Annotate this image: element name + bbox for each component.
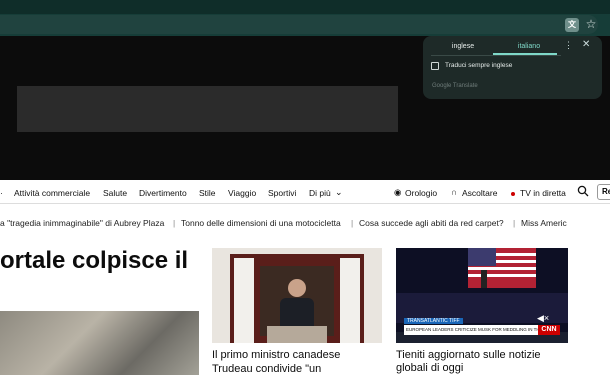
nav-item-sport[interactable]: Sportivi [268,188,296,198]
story-headline[interactable]: globali di oggi [396,362,463,375]
close-icon[interactable]: ✕ [582,39,590,50]
nav-item-more[interactable]: Di più [309,188,331,198]
always-translate-checkbox[interactable] [431,62,439,70]
nav-listen[interactable]: Ascoltare [462,188,497,198]
trudeau-photo[interactable] [212,248,382,343]
nav-dot: · [0,188,3,198]
browser-tabstrip [0,0,610,14]
nav-item-entertainment[interactable]: Divertimento [139,188,187,198]
live-tv-label: TV in diretta [520,188,566,198]
lead-headline[interactable]: ortale colpisce il [0,247,188,275]
more-vert-icon[interactable]: ⋮ [564,40,573,51]
ticker-separator: | [173,218,176,228]
story-headline[interactable]: Trudeau condivide "un [212,363,321,376]
ticker-item[interactable]: Miss Americ [521,218,567,228]
always-translate-label: Traduci sempre inglese [445,62,513,69]
clock-icon: ◉ [394,187,402,197]
google-translate-footer: Google Translate [432,83,478,89]
ad-placeholder [17,86,398,132]
search-icon[interactable] [577,185,589,197]
address-bar[interactable] [0,15,598,34]
lead-image[interactable] [0,311,199,375]
ticker-separator: | [513,218,516,228]
ticker-item[interactable]: Tonno delle dimensioni di una motociclet… [181,218,341,228]
chevron-down-icon[interactable]: ⌄ [335,187,343,198]
active-tab-indicator [493,53,557,55]
nav-item-business[interactable]: Attività commerciale [14,188,90,198]
video-banner-top: TRANSATLANTIC TIFF [404,318,463,324]
story-headline[interactable]: Il primo ministro canadese [212,349,340,362]
live-tv-link[interactable]: TV in diretta [511,188,566,198]
login-button[interactable]: Re [597,184,610,200]
headphones-icon: ∩ [451,187,458,197]
translate-popup: inglese italiano ⋮ ✕ Traduci sempre ingl… [423,36,602,99]
translate-icon[interactable]: 文 [565,18,579,32]
video-banner: EUROPEAN LEADERS CRITICIZE MUSK FOR MEDD… [404,325,556,335]
tab-inglese[interactable]: inglese [441,42,485,54]
ticker-item[interactable]: a "tragedia inimmaginabile" di Aubrey Pl… [0,218,164,228]
nav-item-health[interactable]: Salute [103,188,127,198]
star-icon[interactable]: ☆ [584,17,598,31]
video-channel-logo: CNN [538,325,560,335]
nav-item-travel[interactable]: Viaggio [228,188,256,198]
site-nav: · Attività commerciale Salute Divertimen… [0,180,610,204]
nav-watch[interactable]: Orologio [405,188,437,198]
mute-icon[interactable]: ◀× [537,313,549,324]
nav-item-style[interactable]: Stile [199,188,216,198]
tabs-divider [431,55,561,56]
ticker-item[interactable]: Cosa succede agli abiti da red carpet? [359,218,504,228]
story-headline[interactable]: Tieniti aggiornato sulle notizie [396,349,541,362]
live-dot-icon [511,191,515,196]
ticker-separator: | [351,218,354,228]
